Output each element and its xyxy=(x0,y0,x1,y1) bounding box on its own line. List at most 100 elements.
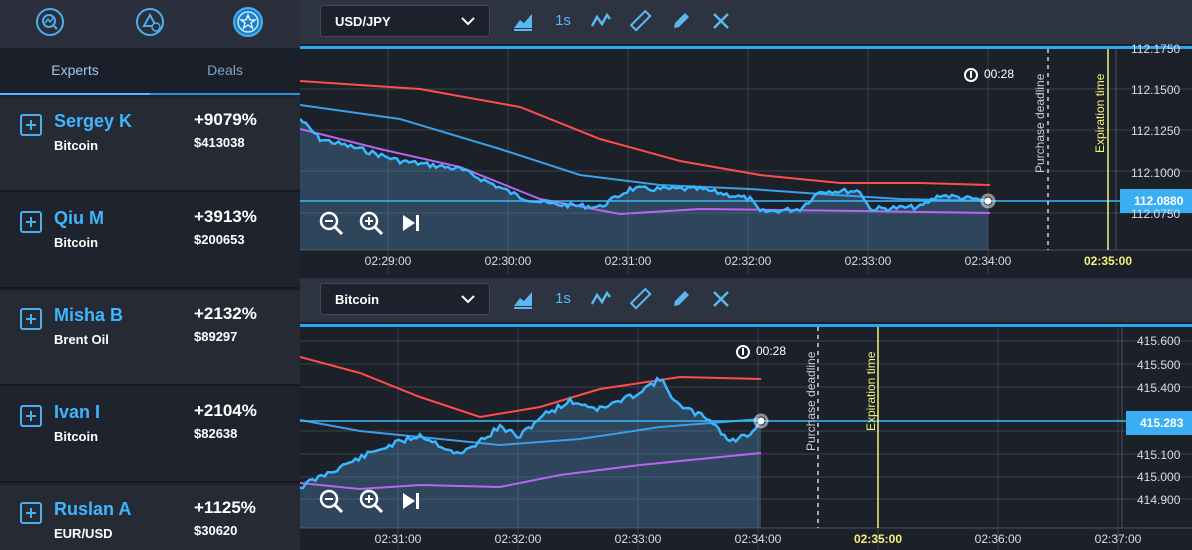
price-marker xyxy=(984,197,992,205)
expert-deals: $89297 xyxy=(194,329,238,344)
y-tick: 415.600 xyxy=(1137,334,1181,348)
x-tick: 02:30:00 xyxy=(484,254,532,268)
y-tick: 112.1250 xyxy=(1131,124,1181,138)
x-tick: 02:34:00 xyxy=(964,254,1012,268)
close-icon[interactable] xyxy=(710,288,732,310)
chart-toolbar: Bitcoin 1s xyxy=(300,278,1192,322)
trading-app: Experts Deals Sergey K Bitcoin +9079% $4… xyxy=(0,0,1192,550)
indicators-icon[interactable] xyxy=(590,288,612,310)
timer-value: 00:28 xyxy=(756,344,787,358)
timer-value: 00:28 xyxy=(984,67,1015,81)
sidebar-top-icons xyxy=(0,0,300,48)
chart-type-icon[interactable] xyxy=(512,288,534,310)
expert-row[interactable]: Misha B Brent Oil +2132% $89297 xyxy=(0,291,300,386)
expert-row[interactable]: Ivan I Bitcoin +2104% $82638 xyxy=(0,388,300,483)
expert-name[interactable]: Sergey K xyxy=(54,111,132,132)
asset-selector[interactable]: Bitcoin xyxy=(320,283,490,315)
add-expert-icon[interactable] xyxy=(20,308,42,330)
add-expert-icon[interactable] xyxy=(20,211,42,233)
ruler-icon[interactable] xyxy=(630,10,652,32)
timer: 00:28 xyxy=(964,67,1014,82)
x-tick: 02:31:00 xyxy=(604,254,652,268)
portfolio-clock-icon[interactable] xyxy=(134,6,166,38)
add-expert-icon[interactable] xyxy=(20,405,42,427)
expert-name[interactable]: Qiu M xyxy=(54,208,104,229)
y-tick: 112.1000 xyxy=(1131,166,1181,180)
tab-underline xyxy=(0,93,300,95)
expert-name[interactable]: Ruslan A xyxy=(54,499,131,520)
x-tick: 02:37:00 xyxy=(1094,532,1142,546)
expert-percent: +3913% xyxy=(194,207,257,226)
expiration-time-label: Expiration time xyxy=(864,351,878,431)
expert-deals: $200653 xyxy=(194,232,245,247)
expert-row[interactable]: Qiu M Bitcoin +3913% $200653 xyxy=(0,194,300,289)
y-tick: 414.900 xyxy=(1137,493,1181,507)
expiration-x-tick: 02:35:00 xyxy=(853,532,903,546)
usdjpy-chart-panel: USD/JPY 1s 00:28 Purchase deadline Expir… xyxy=(300,0,1192,275)
skip-to-end-icon[interactable] xyxy=(398,210,424,236)
asset-selector-label: Bitcoin xyxy=(335,292,380,307)
y-tick: 415.500 xyxy=(1137,358,1181,372)
y-tick: 112.0750 xyxy=(1131,207,1181,221)
interval-button[interactable]: 1s xyxy=(552,10,574,32)
price-marker xyxy=(757,417,765,425)
expert-deals: $413038 xyxy=(194,135,245,150)
chart-type-icon[interactable] xyxy=(512,10,534,32)
x-tick: 02:33:00 xyxy=(844,254,892,268)
x-tick: 02:32:00 xyxy=(724,254,772,268)
x-tick: 02:32:00 xyxy=(494,532,542,546)
expert-asset: Bitcoin xyxy=(54,429,99,444)
skip-to-end-icon[interactable] xyxy=(398,488,424,514)
zoom-out-icon[interactable] xyxy=(318,488,344,514)
expert-row[interactable]: Sergey K Bitcoin +9079% $413038 xyxy=(0,97,300,192)
expert-asset: Brent Oil xyxy=(54,332,109,347)
chevron-down-icon xyxy=(461,295,475,304)
tab-experts[interactable]: Experts xyxy=(0,48,150,96)
asset-selector[interactable]: USD/JPY xyxy=(320,5,490,37)
expiration-time-label: Expiration time xyxy=(1093,73,1107,153)
current-price-tag: 415.283 xyxy=(1126,411,1192,435)
sidebar-tabs: Experts Deals xyxy=(0,48,300,96)
purchase-deadline-label: Purchase deadline xyxy=(1033,73,1047,173)
ruler-icon[interactable] xyxy=(630,288,652,310)
y-tick: 415.000 xyxy=(1137,470,1181,484)
assets-search-icon[interactable] xyxy=(34,6,66,38)
clock-icon xyxy=(964,67,978,82)
clock-icon xyxy=(736,344,750,359)
timer: 00:28 xyxy=(736,344,786,359)
zoom-in-icon[interactable] xyxy=(358,210,384,236)
expiration-x-tick: 02:35:00 xyxy=(1083,254,1133,268)
expert-asset: Bitcoin xyxy=(54,138,99,153)
x-tick: 02:33:00 xyxy=(614,532,662,546)
y-tick: 415.100 xyxy=(1137,448,1181,462)
price-chart[interactable] xyxy=(300,49,1192,275)
y-tick: 112.1500 xyxy=(1131,83,1181,97)
experts-star-icon[interactable] xyxy=(232,6,264,38)
close-icon[interactable] xyxy=(710,10,732,32)
x-tick: 02:29:00 xyxy=(364,254,412,268)
expert-name[interactable]: Misha B xyxy=(54,305,123,326)
tab-deals[interactable]: Deals xyxy=(150,48,300,96)
indicators-icon[interactable] xyxy=(590,10,612,32)
zoom-in-icon[interactable] xyxy=(358,488,384,514)
price-chart[interactable] xyxy=(300,327,1192,550)
zoom-out-icon[interactable] xyxy=(318,210,344,236)
expert-asset: Bitcoin xyxy=(54,235,99,250)
add-expert-icon[interactable] xyxy=(20,502,42,524)
expert-percent: +1125% xyxy=(194,498,256,517)
purchase-deadline-label: Purchase deadline xyxy=(804,351,818,451)
expert-name[interactable]: Ivan I xyxy=(54,402,100,423)
interval-button[interactable]: 1s xyxy=(552,288,574,310)
chart-toolbar: USD/JPY 1s xyxy=(300,0,1192,44)
add-expert-icon[interactable] xyxy=(20,114,42,136)
pencil-icon[interactable] xyxy=(670,10,692,32)
expert-deals: $82638 xyxy=(194,426,238,441)
expert-row[interactable]: Ruslan A EUR/USD +1125% $30620 xyxy=(0,485,300,550)
y-tick: 112.1750 xyxy=(1131,42,1181,56)
chevron-down-icon xyxy=(461,17,475,26)
experts-sidebar: Experts Deals Sergey K Bitcoin +9079% $4… xyxy=(0,0,300,550)
x-tick: 02:31:00 xyxy=(374,532,422,546)
expert-percent: +2132% xyxy=(194,304,257,323)
expert-deals: $30620 xyxy=(194,523,238,538)
pencil-icon[interactable] xyxy=(670,288,692,310)
